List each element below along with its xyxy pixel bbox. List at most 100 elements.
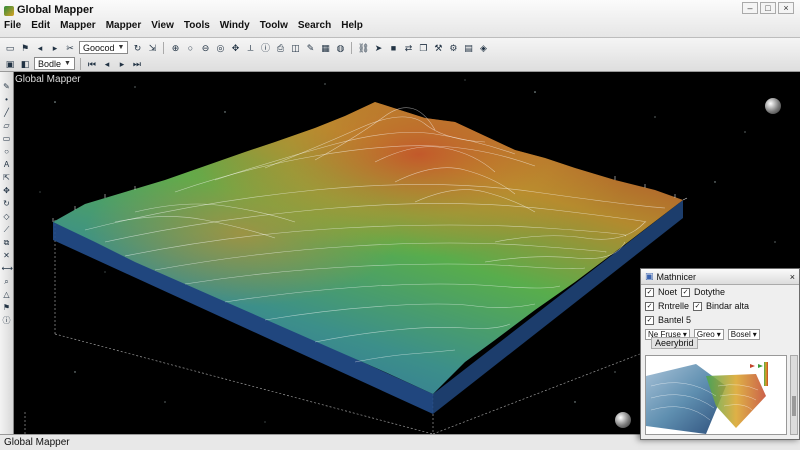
menu-view[interactable]: View	[151, 20, 174, 31]
chevron-down-icon: ▼	[64, 60, 71, 67]
tools-icon[interactable]: ⚒	[432, 42, 444, 54]
attribute-icon[interactable]: ⓘ	[2, 316, 12, 326]
settings-icon[interactable]: ⚙	[447, 42, 459, 54]
rectangle-icon[interactable]: ▭	[2, 134, 12, 144]
layer-icon[interactable]: ◫	[289, 42, 301, 54]
move-icon[interactable]: ✥	[2, 186, 12, 196]
checkbox-dotythe[interactable]: ✓	[681, 287, 691, 297]
menu-mapper[interactable]: Mapper	[60, 20, 96, 31]
rotate-icon[interactable]: ↻	[2, 199, 12, 209]
lock-icon[interactable]: ▣	[4, 58, 16, 70]
area-icon[interactable]: ▱	[2, 121, 12, 131]
pin-icon[interactable]: ⚑	[19, 42, 31, 54]
panel-row-2: ✓ Rntrelle ✓ Bindar alta	[641, 299, 799, 313]
menu-help[interactable]: Help	[341, 20, 363, 31]
refresh-icon[interactable]: ↻	[131, 42, 143, 54]
chevron-down-icon: ▾	[752, 329, 757, 339]
view-select[interactable]: Bodle ▼	[34, 57, 75, 70]
maximize-button[interactable]: □	[760, 2, 776, 14]
cut-icon[interactable]: ✂	[64, 42, 76, 54]
menu-bar: File Edit Mapper Mapper View Tools Windy…	[4, 20, 363, 31]
split-icon[interactable]: ⟋	[2, 225, 12, 235]
scroll-thumb[interactable]	[792, 396, 796, 416]
grid-icon[interactable]: ▦	[319, 42, 331, 54]
zoom-out-icon[interactable]: ⊖	[199, 42, 211, 54]
zoom-in-icon[interactable]: ⊕	[169, 42, 181, 54]
window-title: Global Mapper	[17, 4, 94, 16]
stop-icon[interactable]: ■	[387, 42, 399, 54]
prev-icon[interactable]: ◂	[101, 58, 113, 70]
overview-panel[interactable]: ▣ Mathnicer × ✓ Noet ✓ Dotythe ✓ Rntrell…	[640, 268, 800, 440]
layers-icon[interactable]: ◧	[19, 58, 31, 70]
print-icon[interactable]: ⎙	[274, 42, 286, 54]
delete-icon[interactable]: ✕	[2, 251, 12, 261]
toolbar-divider	[163, 41, 165, 54]
projection-select[interactable]: Goocod ▼	[79, 41, 129, 54]
menu-mapper-2[interactable]: Mapper	[106, 20, 142, 31]
checkbox-bindar[interactable]: ✓	[693, 301, 703, 311]
checkbox-rntrelle[interactable]: ✓	[645, 301, 654, 311]
menu-edit[interactable]: Edit	[31, 20, 50, 31]
line-icon[interactable]: ╱	[2, 108, 12, 118]
menu-tools[interactable]: Tools	[184, 20, 210, 31]
panel-title-bar[interactable]: ▣ Mathnicer ×	[641, 269, 799, 285]
save-icon[interactable]: ▤	[462, 42, 474, 54]
folder-icon[interactable]: ▭	[4, 42, 16, 54]
pointer-icon[interactable]: ➤	[372, 42, 384, 54]
close-button[interactable]: ×	[778, 2, 794, 14]
globe-icon[interactable]: ◍	[334, 42, 346, 54]
next-icon[interactable]: ▸	[116, 58, 128, 70]
main-toolbar: ▭ ⚑ ◂ ▸ ✂ Goocod ▼ ↻ ⇲ ⊕ ○ ⊖ ◎ ✥ ⟂ ⓘ ⎙ ◫…	[0, 38, 800, 72]
close-icon[interactable]: ×	[790, 272, 795, 282]
navigation-sphere-icon[interactable]	[615, 412, 631, 428]
vertex-icon[interactable]: ◇	[2, 212, 12, 222]
3d-view-icon[interactable]: ◈	[477, 42, 489, 54]
warning-icon[interactable]: △	[2, 290, 12, 300]
menu-search[interactable]: Search	[298, 20, 331, 31]
measure-side-icon[interactable]: ⟷	[2, 264, 13, 274]
checkbox-bantel[interactable]: ✓	[645, 315, 654, 325]
select-greo[interactable]: Greo ▾	[693, 328, 724, 340]
zoom-icon[interactable]: ○	[184, 42, 196, 54]
toolbar-divider-3	[79, 57, 81, 70]
terrain-thumbnail[interactable]	[645, 355, 787, 435]
row1-field: Dotythe	[694, 287, 726, 297]
search-icon[interactable]: ⌕	[2, 277, 12, 287]
info-icon[interactable]: ⓘ	[259, 42, 271, 54]
text-icon[interactable]: A	[2, 160, 12, 170]
menu-windy[interactable]: Windy	[220, 20, 250, 31]
select-icon[interactable]: ⇱	[2, 173, 12, 183]
minimize-button[interactable]: –	[742, 2, 758, 14]
chevron-down-icon: ▾	[716, 329, 721, 339]
point-icon[interactable]: •	[2, 95, 12, 105]
copy-icon[interactable]: ❐	[417, 42, 429, 54]
link-icon[interactable]: ⛓	[357, 42, 369, 54]
digitize-icon[interactable]: ✎	[2, 82, 12, 92]
arrow-right-icon[interactable]: ▸	[49, 42, 61, 54]
last-icon[interactable]: ⏭	[131, 58, 143, 70]
edit-icon[interactable]: ✎	[304, 42, 316, 54]
thumbnail-render	[646, 362, 768, 434]
panel-scrollbar[interactable]	[790, 355, 798, 435]
circle-icon[interactable]: ○	[2, 147, 12, 157]
pan-icon[interactable]: ✥	[229, 42, 241, 54]
select-bosel[interactable]: Bosel ▾	[727, 328, 760, 340]
menu-file[interactable]: File	[4, 20, 21, 31]
flag-icon[interactable]: ⚑	[2, 303, 12, 313]
row1-label: Noet	[658, 287, 678, 297]
select-arrow-icon[interactable]: ⇲	[146, 42, 158, 54]
arrow-left-icon[interactable]: ◂	[34, 42, 46, 54]
zoom-full-icon[interactable]: ◎	[214, 42, 226, 54]
chevron-down-icon: ▼	[117, 44, 125, 51]
app-icon	[4, 6, 14, 16]
window-controls: – □ ×	[742, 2, 794, 14]
merge-icon[interactable]: ⧉	[2, 238, 12, 248]
row2-label: Rntrelle	[658, 301, 690, 311]
row2-field: Bindar alta	[706, 301, 750, 311]
measure-icon[interactable]: ⟂	[244, 42, 256, 54]
menu-toolw[interactable]: Toolw	[260, 20, 288, 31]
first-icon[interactable]: ⏮	[86, 58, 98, 70]
swap-icon[interactable]: ⇄	[402, 42, 414, 54]
navigation-sphere-icon[interactable]	[765, 98, 781, 114]
checkbox-noet[interactable]: ✓	[645, 287, 654, 297]
